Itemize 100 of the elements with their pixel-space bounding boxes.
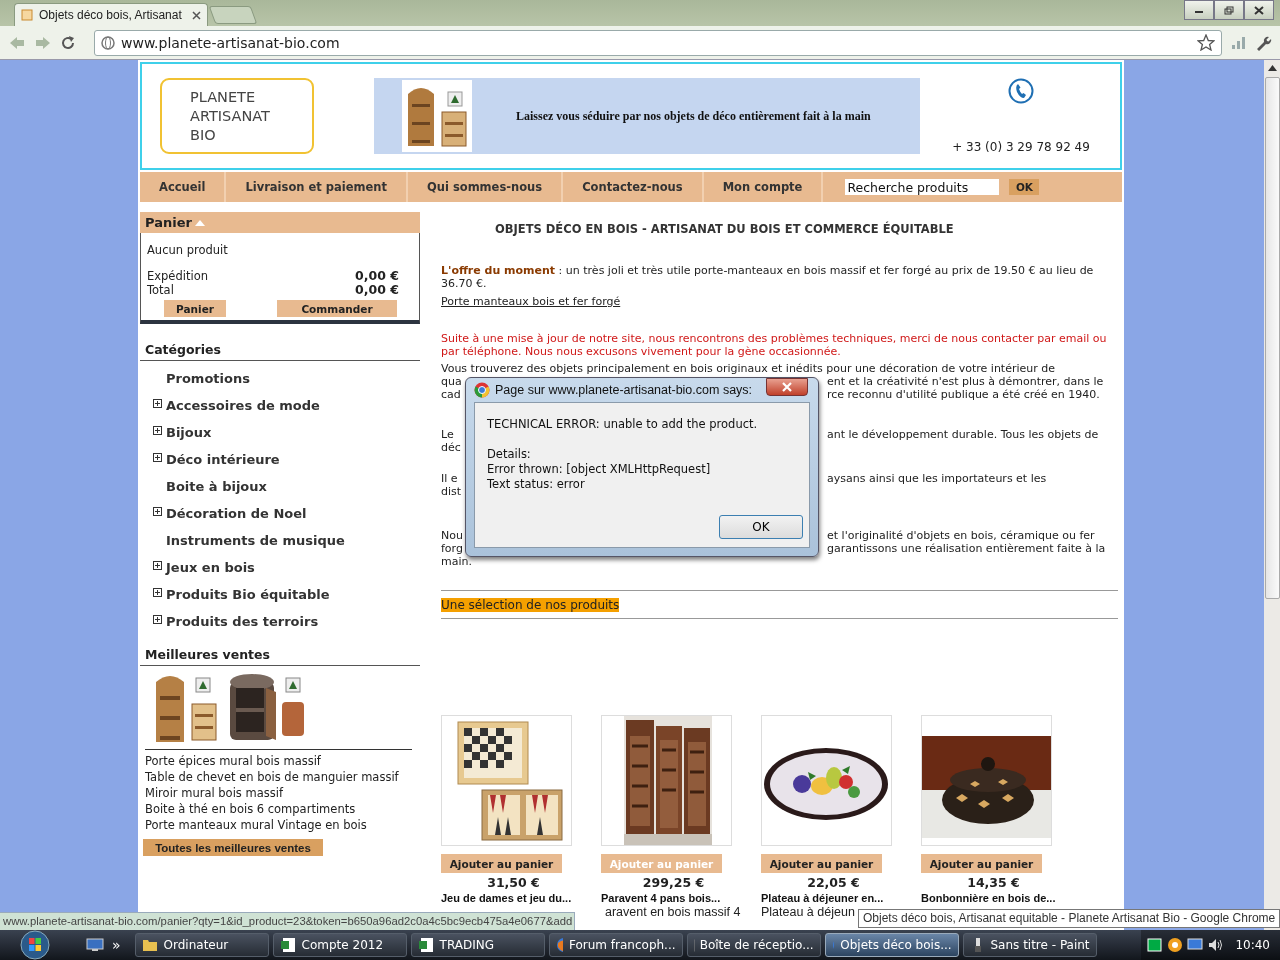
taskbar-button[interactable]: Forum francoph... — [548, 933, 683, 957]
close-button[interactable] — [1244, 0, 1274, 20]
add-to-cart-button[interactable]: Ajouter au panier — [921, 854, 1042, 873]
folder-icon — [141, 938, 158, 952]
category-link[interactable]: Produits des terroirs — [166, 614, 319, 629]
product-price: 14,35 € — [966, 876, 1020, 889]
body-text: aysans ainsi que les importateurs et les — [827, 472, 1047, 485]
category-link[interactable]: Promotions — [166, 371, 250, 386]
body-text: Vous trouverez des objets principalement en bois originaux et inédits pour une décoration de votre intérieur de — [441, 362, 1056, 375]
address-bar[interactable]: www.planete-artisanat-bio.com — [94, 29, 1222, 56]
category-link[interactable]: Bijoux — [166, 425, 212, 440]
taskbar-button[interactable]: Ordinateur — [134, 933, 269, 957]
star-icon[interactable] — [1197, 34, 1215, 51]
expand-icon[interactable] — [153, 425, 162, 435]
close-button[interactable] — [766, 378, 808, 396]
body-text: rce reconnu d'utilité publique a été créé en 1940. — [827, 388, 1100, 401]
phone-number: + 33 (0) 3 29 78 92 49 — [952, 140, 1090, 154]
taskbar-button[interactable]: Sans titre - Paint — [962, 933, 1097, 957]
page-heading: OBJETS DÉCO EN BOIS - ARTISANAT DU BOIS ET COMMERCE ÉQUITABLE — [494, 222, 955, 236]
search-field[interactable]: Recherche produits — [845, 179, 1000, 195]
taskbar-button[interactable]: Compte 2012 — [272, 933, 407, 957]
expand-icon[interactable] — [153, 506, 162, 516]
close-icon — [1254, 5, 1264, 15]
page-icon — [21, 9, 33, 21]
start-button[interactable] — [20, 930, 50, 960]
notice-text: Suite à une mise à jour de notre site, nous rencontrons des problèmes techniques, merci de nous contacter par email ou par téléphone. Nous nous excusons vivement pour la gène occasionnée. — [441, 332, 1108, 358]
clock[interactable]: 10:40 — [1235, 938, 1270, 952]
network-icon[interactable] — [1147, 937, 1164, 953]
body-text: Nou — [441, 529, 463, 542]
search-button[interactable]: OK — [1009, 179, 1040, 195]
product-price: 31,50 € — [486, 876, 540, 889]
taskbar-button[interactable]: Boîte de réceptio... — [686, 933, 821, 957]
body-text: garantissons une réalisation entièrement faite à la — [827, 542, 1106, 555]
phone-icon[interactable] — [1008, 78, 1034, 104]
bestsellers-heading: Meilleures ventes — [140, 647, 420, 666]
dialog-title: Page sur www.planete-artisanat-bio.com says: — [495, 383, 753, 397]
volume-icon[interactable] — [1207, 937, 1224, 953]
scroll-thumb[interactable] — [1264, 77, 1280, 599]
ok-button[interactable]: OK — [719, 515, 803, 539]
restore-button[interactable] — [1214, 0, 1244, 20]
category-link[interactable]: Instruments de musique — [166, 533, 345, 548]
bestseller-link[interactable]: Table de chevet en bois de manguier massif — [145, 769, 412, 785]
spreadsheet-icon — [279, 937, 296, 953]
cart-amount: 0,00 € — [355, 283, 399, 297]
overflow-chevron[interactable]: » — [112, 937, 121, 953]
close-icon — [781, 382, 793, 392]
cart-button[interactable]: Commander — [277, 300, 397, 317]
body-text: ant le développement durable. Tous les objets de — [827, 428, 1099, 441]
product-name[interactable]: Plateau à déjeuner en... — [761, 891, 884, 905]
nav-link[interactable]: Qui sommes-nous — [408, 172, 564, 202]
dialog-message: TECHNICAL ERROR: unable to add the product. — [487, 417, 759, 432]
product-name[interactable]: Jeu de dames et jeu du... — [441, 891, 572, 905]
category-link[interactable]: Accessoires de mode — [166, 398, 320, 413]
category-link[interactable]: Produits Bio équitable — [166, 587, 330, 602]
minimize-button[interactable] — [1184, 0, 1214, 20]
expand-icon[interactable] — [153, 560, 162, 570]
app-tray-icon[interactable] — [1167, 937, 1184, 953]
expand-icon[interactable] — [153, 452, 162, 462]
reload-icon[interactable] — [60, 34, 76, 51]
expand-icon[interactable] — [153, 398, 162, 408]
monitor-icon[interactable] — [1187, 937, 1204, 953]
body-text: déc — [441, 441, 461, 454]
spreadsheet-icon — [417, 937, 434, 953]
category-link[interactable]: Boite à bijoux — [166, 479, 267, 494]
taskbar-button[interactable]: TRADING — [410, 933, 545, 957]
banner-text: Laissez vous séduire par nos objets de déco entièrement fait à la main — [516, 108, 871, 124]
bestseller-link[interactable]: Porte manteaux mural Vintage en bois — [145, 817, 412, 833]
add-to-cart-button[interactable]: Ajouter au panier — [441, 854, 562, 873]
bestseller-link[interactable]: Porte épices mural bois massif — [145, 753, 412, 769]
bestseller-link[interactable]: Miroir mural bois massif — [145, 785, 412, 801]
offer-link[interactable]: Porte manteaux bois et fer forgé — [441, 295, 621, 308]
cart-title: Panier — [145, 215, 192, 230]
body-text: dist — [441, 485, 462, 498]
close-icon[interactable] — [192, 10, 201, 20]
expand-icon[interactable] — [153, 614, 162, 624]
product-name[interactable]: Bonbonnière en bois de... — [921, 891, 1056, 905]
nav-link[interactable]: Contactez-nous — [563, 172, 704, 202]
nav-link[interactable]: Livraison et paiement — [226, 172, 408, 202]
category-link[interactable]: Décoration de Noel — [166, 506, 307, 521]
scroll-up-icon[interactable] — [1267, 65, 1277, 71]
desktop-icon[interactable] — [86, 938, 104, 952]
site-logo[interactable]: PLANETE ARTISANAT BIO — [160, 78, 314, 154]
expand-icon[interactable] — [153, 587, 162, 597]
browser-tab[interactable]: Objets déco bois, Artisanat — [14, 3, 208, 26]
category-link[interactable]: Jeux en bois — [166, 560, 255, 575]
all-bestsellers-button[interactable]: Toutes les meilleures ventes — [143, 839, 323, 856]
add-to-cart-button[interactable]: Ajouter au panier — [761, 854, 882, 873]
promo-banner[interactable]: Laissez vous séduire par nos objets de déco entièrement fait à la main — [374, 78, 920, 154]
category-link[interactable]: Déco intérieure — [166, 452, 280, 467]
round-logo-icon — [474, 382, 490, 398]
body-text: Il e — [441, 472, 458, 485]
bestseller-link[interactable]: Boite à thé en bois 6 compartiments — [145, 801, 412, 817]
body-text: et l'originalité d'objets en bois, céramique ou fer — [827, 529, 1095, 542]
cart-button[interactable]: Panier — [164, 300, 226, 317]
taskbar-button[interactable]: Objets déco bois... — [824, 933, 959, 957]
nav-link[interactable]: Mon compte — [703, 172, 824, 202]
nav-link[interactable]: Accueil — [140, 172, 227, 202]
dialog-detail: Details: — [487, 447, 532, 462]
section-title: Une sélection de nos produits — [441, 598, 620, 612]
offer-text: L'offre du moment : un très joli et très utile porte-manteaux en bois massif et fer forgé au prix de 19.50 € au lieu de 36.70 €. — [441, 264, 1095, 290]
